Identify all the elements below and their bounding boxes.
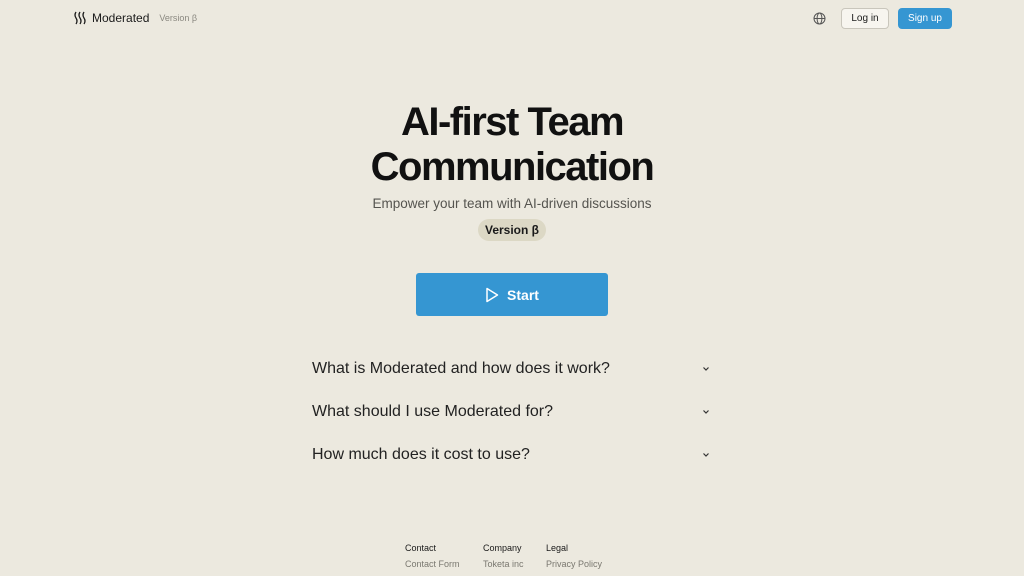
faq-item-3[interactable]: How much does it cost to use? xyxy=(312,443,712,467)
hero-title-line-2: Communication xyxy=(370,145,655,189)
play-icon xyxy=(486,287,499,302)
footer-link-contact-form[interactable]: Contact Form xyxy=(405,559,460,569)
login-button[interactable]: Log in xyxy=(841,8,889,29)
start-button[interactable]: Start xyxy=(416,273,608,316)
hero-title-line-1: AI-first Team xyxy=(400,100,625,144)
globe-icon[interactable] xyxy=(813,12,826,25)
signup-button[interactable]: Sign up xyxy=(898,8,952,29)
footer-column-company: Company Toketa inc xyxy=(483,543,524,569)
footer-column-contact: Contact Contact Form xyxy=(405,543,460,569)
footer-column-legal: Legal Privacy Policy xyxy=(546,543,602,569)
chevron-down-icon xyxy=(703,453,709,457)
footer-heading: Legal xyxy=(546,543,569,553)
footer-link-privacy-policy[interactable]: Privacy Policy xyxy=(546,559,602,569)
faq-question: What should I use Moderated for? xyxy=(312,403,554,420)
chevron-down-icon xyxy=(703,367,709,371)
moderated-logo-icon xyxy=(74,11,86,25)
brand-version-label: Version β xyxy=(159,13,198,23)
page: Moderated Version β Log in Sign up AI-fi… xyxy=(0,0,1024,576)
hero-subtitle: Empower your team with AI-driven discuss… xyxy=(372,196,652,211)
header: Moderated Version β Log in Sign up xyxy=(0,0,1024,38)
faq-item-2[interactable]: What should I use Moderated for? xyxy=(312,400,712,424)
faq-question: What is Moderated and how does it work? xyxy=(312,360,610,377)
hero-title: AI-first Team Communication xyxy=(0,100,1024,190)
footer-link-company[interactable]: Toketa inc xyxy=(483,559,524,569)
brand-name: Moderated xyxy=(92,11,150,25)
footer-heading: Contact xyxy=(405,543,437,553)
brand-logo-link[interactable]: Moderated Version β xyxy=(74,11,197,25)
faq-item-1[interactable]: What is Moderated and how does it work? xyxy=(312,357,712,381)
chevron-down-icon xyxy=(703,410,709,414)
footer-heading: Company xyxy=(483,543,522,553)
start-button-label: Start xyxy=(507,286,539,303)
faq-question: How much does it cost to use? xyxy=(312,446,530,463)
version-badge: Version β xyxy=(478,219,546,241)
